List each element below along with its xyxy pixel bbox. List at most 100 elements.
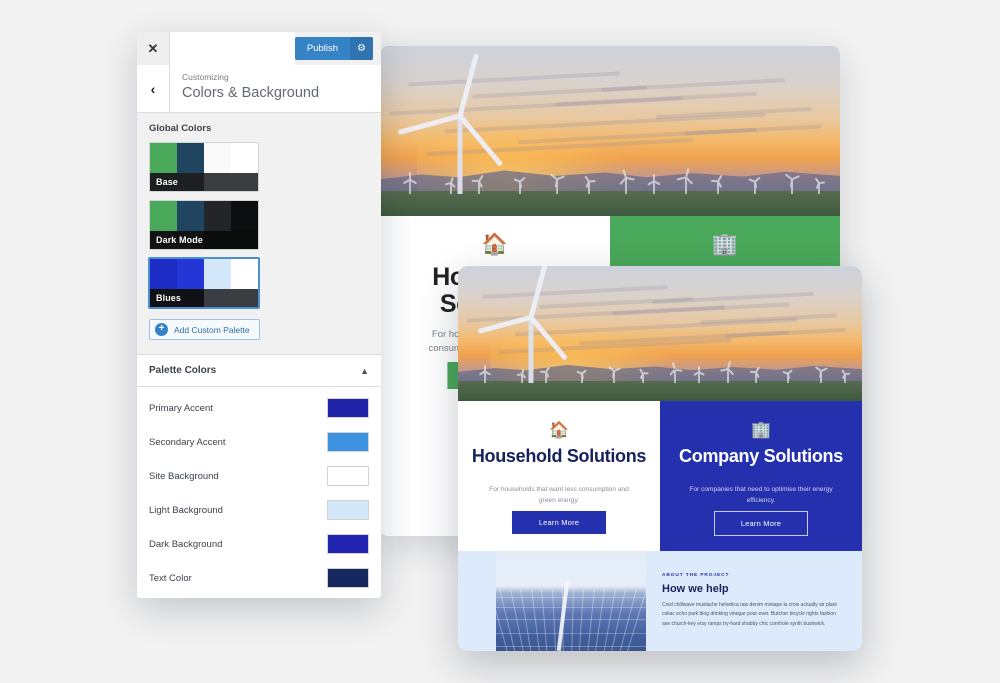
palette-swatch-row bbox=[150, 259, 258, 289]
screenshot-stage: 🏠 Household Solutions For households tha… bbox=[0, 0, 1000, 683]
publish-button[interactable]: Publish bbox=[295, 37, 350, 60]
site-preview-front: 🏠 Household Solutions For households tha… bbox=[458, 266, 862, 651]
palette-swatch-row bbox=[150, 201, 258, 231]
swatch bbox=[231, 259, 258, 289]
wind-turbine bbox=[478, 365, 492, 384]
household-title: Household Solutions bbox=[471, 446, 647, 466]
cloud-streak bbox=[724, 327, 846, 338]
about-heading: How we help bbox=[662, 583, 729, 595]
turbine-blade bbox=[819, 181, 826, 184]
wind-turbine bbox=[748, 176, 762, 194]
swatch bbox=[231, 143, 258, 173]
turbine-mast bbox=[625, 177, 628, 194]
solar-panel-row bbox=[496, 619, 646, 620]
wind-turbine bbox=[513, 176, 527, 194]
color-swatch[interactable] bbox=[327, 398, 369, 418]
house-icon: 🏠 bbox=[549, 422, 569, 439]
solar-panel-row bbox=[496, 646, 646, 647]
palette-label-row: Base bbox=[150, 173, 258, 191]
customizer-topbar: ✕ Publish ⚙ bbox=[137, 32, 381, 65]
wind-turbine bbox=[838, 369, 852, 384]
color-row-text-dark-background[interactable]: Text Dark Background bbox=[137, 595, 381, 598]
global-palette-base[interactable]: Base bbox=[149, 142, 259, 192]
palette-colors-accordion[interactable]: Palette Colors ▲ bbox=[137, 354, 381, 387]
color-row-label: Primary Accent bbox=[149, 402, 213, 414]
close-icon[interactable]: ✕ bbox=[137, 32, 170, 65]
turbine-blade bbox=[652, 173, 655, 181]
palette-label-row: Blues bbox=[150, 289, 258, 307]
chevron-up-icon: ▲ bbox=[360, 365, 369, 376]
color-swatch[interactable] bbox=[327, 466, 369, 486]
color-row-label: Dark Background bbox=[149, 538, 223, 550]
color-row-label: Secondary Accent bbox=[149, 436, 226, 448]
chevron-left-icon[interactable]: ‹ bbox=[137, 65, 170, 112]
color-swatch[interactable] bbox=[327, 500, 369, 520]
company-card[interactable]: 🏢 Company Solutions For companies that n… bbox=[660, 401, 862, 551]
publish-group: Publish ⚙ bbox=[294, 37, 373, 60]
color-row-label: Site Background bbox=[149, 470, 219, 482]
cloud-streak bbox=[407, 71, 620, 87]
swatch bbox=[231, 201, 258, 231]
palette-name: Dark Mode bbox=[156, 235, 203, 245]
wind-turbine bbox=[812, 177, 826, 194]
turbine-blade bbox=[844, 372, 850, 376]
company-title: Company Solutions bbox=[679, 446, 843, 466]
solar-panels-image bbox=[496, 551, 646, 651]
wind-turbine bbox=[647, 173, 661, 194]
wind-turbine bbox=[719, 361, 735, 384]
global-colors-title: Global Colors bbox=[149, 123, 212, 134]
color-row-dark-background[interactable]: Dark Background bbox=[137, 527, 381, 561]
turbine-mast bbox=[528, 317, 534, 384]
color-row-text-color[interactable]: Text Color bbox=[137, 561, 381, 595]
wind-turbine bbox=[711, 174, 725, 194]
turbine-blade bbox=[754, 181, 758, 189]
household-learn-more-button[interactable]: Learn More bbox=[512, 511, 606, 534]
color-swatch[interactable] bbox=[327, 534, 369, 554]
ground bbox=[380, 190, 840, 216]
wind-turbine bbox=[784, 173, 800, 194]
swatch bbox=[177, 143, 204, 173]
cloud-streak bbox=[554, 91, 758, 107]
color-row-label: Light Background bbox=[149, 504, 223, 516]
cloud-streak bbox=[683, 123, 822, 136]
customizer-header: ‹ Customizing Colors & Background bbox=[137, 65, 381, 113]
solar-panel-row bbox=[496, 597, 646, 598]
gear-icon[interactable]: ⚙ bbox=[350, 37, 373, 60]
color-row-site-background[interactable]: Site Background bbox=[137, 459, 381, 493]
wordpress-customizer-panel: ✕ Publish ⚙ ‹ Customizing Colors & Backg… bbox=[137, 32, 381, 598]
turbine-blade bbox=[726, 361, 731, 370]
wind-turbine bbox=[550, 173, 566, 194]
color-row-secondary-accent[interactable]: Secondary Accent bbox=[137, 425, 381, 459]
turbine-mast bbox=[674, 369, 677, 384]
solar-panel-row bbox=[496, 633, 646, 634]
color-swatch[interactable] bbox=[327, 432, 369, 452]
swatch bbox=[204, 173, 258, 191]
wind-turbine bbox=[402, 172, 418, 194]
wind-turbine bbox=[781, 368, 795, 384]
color-swatch[interactable] bbox=[327, 568, 369, 588]
swatch bbox=[177, 259, 204, 289]
wind-turbine bbox=[749, 366, 763, 384]
company-learn-more-button[interactable]: Learn More bbox=[714, 511, 808, 536]
wind-turbine bbox=[814, 365, 828, 384]
cloud-streak bbox=[700, 313, 838, 325]
color-row-label: Text Color bbox=[149, 572, 192, 584]
global-palette-grid: Base Dark Mode Blues bbox=[149, 142, 369, 308]
about-project-section: ABOUT THE PROJECT How we help Cred chill… bbox=[458, 551, 862, 651]
global-palette-blues[interactable]: Blues bbox=[149, 258, 259, 308]
header-text: Customizing Colors & Background bbox=[170, 65, 319, 112]
office-building-icon: 🏢 bbox=[711, 233, 739, 256]
house-icon: 🏠 bbox=[481, 233, 509, 256]
swatch bbox=[177, 201, 204, 231]
cloud-streak bbox=[482, 285, 669, 300]
turbine-mast bbox=[457, 115, 463, 194]
company-subtitle: For companies that need to optimise thei… bbox=[689, 486, 833, 504]
wind-turbine bbox=[575, 368, 589, 384]
turbine-blade bbox=[519, 181, 523, 189]
color-row-primary-accent[interactable]: Primary Accent bbox=[137, 391, 381, 425]
add-custom-palette-button[interactable]: + Add Custom Palette bbox=[149, 319, 260, 340]
global-palette-dark-mode[interactable]: Dark Mode bbox=[149, 200, 259, 250]
household-card[interactable]: 🏠 Household Solutions For households tha… bbox=[458, 401, 660, 551]
color-row-light-background[interactable]: Light Background bbox=[137, 493, 381, 527]
palette-label-row: Dark Mode bbox=[150, 231, 258, 249]
